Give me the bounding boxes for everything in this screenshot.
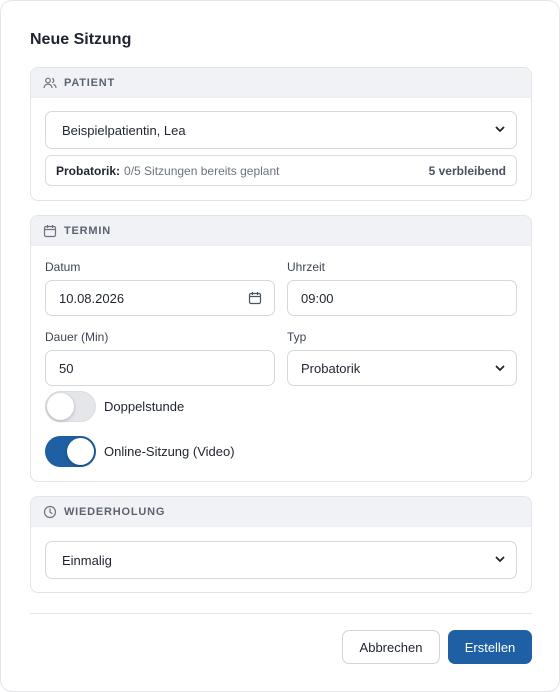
toggle-knob: [67, 438, 94, 465]
duration-label: Dauer (Min): [45, 330, 109, 344]
patient-select[interactable]: Beispielpatientin, Lea: [45, 111, 517, 149]
repeat-select[interactable]: Einmalig: [45, 541, 517, 579]
online-session-toggle[interactable]: [45, 436, 96, 467]
calendar-icon: [43, 224, 57, 238]
repeat-section: WIEDERHOLUNG Einmalig: [30, 496, 532, 593]
duration-input[interactable]: 50: [45, 350, 275, 386]
dialog-title: Neue Sitzung: [30, 31, 132, 48]
repeat-select-value: Einmalig: [62, 552, 112, 568]
new-session-dialog: Neue Sitzung PATIENT Beispielpatientin, …: [0, 0, 560, 692]
double-session-row: Doppelstunde: [45, 391, 184, 422]
patient-section: PATIENT Beispielpatientin, Lea Probatori…: [30, 67, 532, 201]
time-input-value: 09:00: [301, 290, 334, 306]
repeat-section-title: WIEDERHOLUNG: [64, 505, 166, 518]
date-input-value: 10.08.2026: [59, 290, 125, 306]
footer-divider: [30, 613, 532, 614]
toggle-knob: [47, 393, 74, 420]
online-session-row: Online-Sitzung (Video): [45, 436, 235, 467]
probatorik-info-text: 0/5 Sitzungen bereits geplant: [124, 163, 280, 178]
duration-input-value: 50: [59, 360, 74, 376]
chevron-down-icon: [494, 362, 506, 374]
date-label: Datum: [45, 260, 81, 274]
repeat-section-header: WIEDERHOLUNG: [31, 497, 531, 527]
probatorik-info-lead: Probatorik:: [56, 163, 121, 178]
time-label: Uhrzeit: [287, 260, 326, 274]
clock-icon: [43, 505, 57, 519]
termin-section-header: TERMIN: [31, 216, 531, 246]
probatorik-remaining: 5 verbleibend: [428, 163, 506, 178]
time-input[interactable]: 09:00: [287, 280, 517, 316]
date-input[interactable]: 10.08.2026: [45, 280, 275, 316]
patient-section-title: PATIENT: [64, 76, 116, 89]
termin-section: TERMIN Datum 10.08.2026 Uhrzeit 09:00 Da…: [30, 215, 532, 482]
users-icon: [43, 76, 57, 90]
online-session-label: Online-Sitzung (Video): [104, 444, 235, 459]
type-label: Typ: [287, 330, 307, 344]
probatorik-info: Probatorik: 0/5 Sitzungen bereits geplan…: [45, 155, 517, 186]
double-session-toggle[interactable]: [45, 391, 96, 422]
patient-select-value: Beispielpatientin, Lea: [62, 122, 186, 138]
termin-section-title: TERMIN: [64, 224, 111, 237]
patient-section-header: PATIENT: [31, 68, 531, 98]
cancel-button[interactable]: Abbrechen: [342, 630, 440, 664]
chevron-down-icon: [494, 123, 506, 135]
double-session-label: Doppelstunde: [104, 399, 185, 414]
create-button[interactable]: Erstellen: [448, 630, 532, 664]
type-select-value: Probatorik: [301, 360, 361, 376]
chevron-down-icon: [494, 553, 506, 565]
calendar-picker-icon[interactable]: [248, 291, 262, 305]
type-select[interactable]: Probatorik: [287, 350, 517, 386]
